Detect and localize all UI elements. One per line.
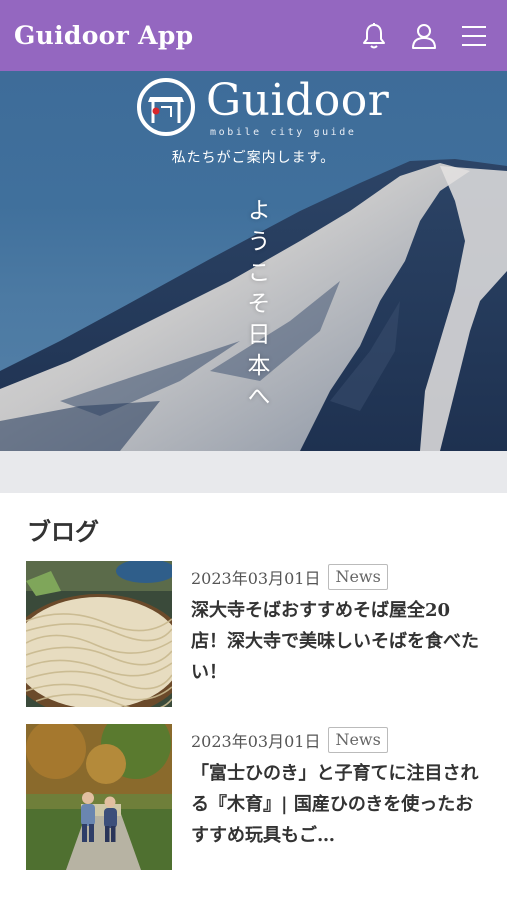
- post-title[interactable]: 「富士ひのき」と子育てに注目される『木育』| 国産ひのきを使ったおすすめ玩具もご…: [191, 758, 481, 851]
- post-thumbnail-children[interactable]: [26, 724, 172, 870]
- post-tag[interactable]: News: [328, 727, 388, 753]
- blog-post-item[interactable]: 2023年03月01日 News 深大寺そばおすすめそば屋全20店！深大寺で美味…: [26, 561, 486, 707]
- app-title[interactable]: Guidoor App: [14, 21, 193, 50]
- logo-subtitle: mobile city guide: [210, 127, 357, 138]
- post-meta: 2023年03月01日 News: [191, 564, 388, 590]
- blog-section: ブログ 2023年03月01日 News 深大寺そばおすすめそば屋全20店！深大…: [0, 493, 507, 900]
- section-divider: [0, 451, 507, 493]
- post-date: 2023年03月01日: [191, 732, 321, 751]
- app-header: Guidoor App: [0, 0, 507, 71]
- menu-icon[interactable]: [459, 21, 489, 51]
- hero-tagline: 私たちがご案内します。: [171, 150, 336, 166]
- post-title[interactable]: 深大寺そばおすすめそば屋全20店！深大寺で美味しいそばを食べたい！: [191, 595, 481, 688]
- post-meta: 2023年03月01日 News: [191, 727, 388, 753]
- post-tag[interactable]: News: [328, 564, 388, 590]
- post-date: 2023年03月01日: [191, 569, 321, 588]
- blog-post-item[interactable]: 2023年03月01日 News 「富士ひのき」と子育てに注目される『木育』| …: [26, 724, 486, 870]
- hero-banner: Guidoor mobile city guide 私たちがご案内します。 よう…: [0, 71, 507, 451]
- bell-icon[interactable]: [359, 21, 389, 51]
- hero-welcome-text: ようこそ日本へ: [243, 198, 269, 415]
- header-icons: [359, 21, 489, 51]
- logo-mark-icon: [137, 78, 195, 136]
- guidoor-logo: Guidoor mobile city guide: [136, 75, 389, 141]
- logo-wordmark: Guidoor: [206, 75, 390, 126]
- user-icon[interactable]: [409, 21, 439, 51]
- blog-heading: ブログ: [27, 517, 99, 546]
- post-thumbnail-soba[interactable]: [26, 561, 172, 707]
